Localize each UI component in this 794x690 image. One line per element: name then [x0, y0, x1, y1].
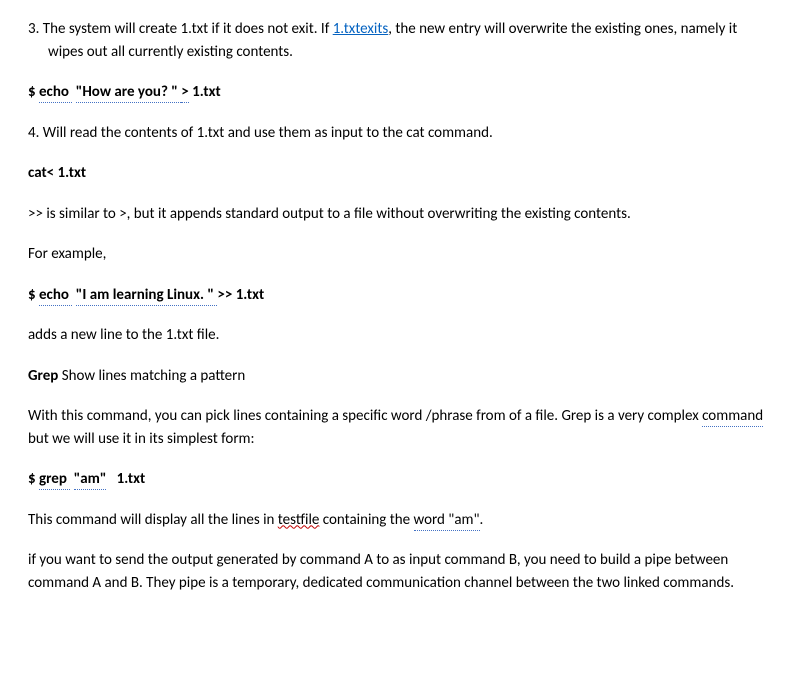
paragraph-append-desc: >> is similar to >, but it appends stand… — [28, 203, 766, 226]
text: cat< 1.txt — [28, 164, 86, 182]
cmd-echo: echo — [39, 83, 72, 103]
cmd-echo: echo — [39, 286, 72, 306]
word-am: word "am" — [414, 511, 480, 531]
grep-pattern: "am" — [74, 470, 107, 490]
paragraph-pipe-desc: if you want to send the output generated… — [28, 549, 766, 594]
text: With this command, you can pick lines co… — [28, 407, 702, 425]
redirect-op: > — [181, 83, 188, 103]
command-echo-append: $ echo "I am learning Linux. " >> 1.txt — [28, 284, 766, 307]
text: For example, — [28, 245, 106, 263]
echo-arg: "I am learning Linux. " — [76, 286, 218, 306]
text: 4. Will read the contents of 1.txt and u… — [28, 124, 493, 142]
cmd-grep: grep — [39, 470, 70, 490]
word-command: command — [702, 407, 763, 427]
heading-grep: Grep — [28, 367, 58, 385]
paragraph-grep-heading: Grep Show lines matching a pattern — [28, 365, 766, 388]
link-1txtexits[interactable]: 1.txtexits — [333, 20, 389, 38]
paragraph-4: 4. Will read the contents of 1.txt and u… — [28, 122, 766, 145]
prompt: $ — [28, 286, 39, 304]
paragraph-3: 3. The system will create 1.txt if it do… — [28, 18, 766, 63]
text: adds a new line to the 1.txt file. — [28, 326, 219, 344]
filename: 1.txt — [106, 470, 145, 488]
text: >> is similar to >, but it appends stand… — [28, 205, 631, 223]
word-testfile: testfile — [278, 511, 320, 529]
list-number: 3. — [28, 20, 43, 38]
command-grep: $ grep "am" 1.txt — [28, 468, 766, 491]
text: but we will use it in its simplest form: — [28, 430, 255, 448]
echo-arg: "How are you? " — [76, 83, 182, 103]
command-echo-redirect: $ echo "How are you? " > 1.txt — [28, 81, 766, 104]
prompt: $ — [28, 470, 39, 488]
text: if you want to send the output generated… — [28, 551, 734, 592]
paragraph-grep-result: This command will display all the lines … — [28, 509, 766, 532]
paragraph-adds-line: adds a new line to the 1.txt file. — [28, 324, 766, 347]
text: Show lines matching a pattern — [58, 367, 245, 385]
paragraph-example-lead: For example, — [28, 243, 766, 266]
command-cat-input: cat< 1.txt — [28, 162, 766, 185]
prompt: $ — [28, 83, 39, 101]
text: The system will create 1.txt if it does … — [43, 20, 333, 38]
text: containing the — [319, 511, 413, 529]
text: This command will display all the lines … — [28, 511, 278, 529]
paragraph-grep-desc: With this command, you can pick lines co… — [28, 405, 766, 450]
append-op: >> 1.txt — [217, 286, 264, 304]
text: . — [480, 511, 484, 529]
filename: 1.txt — [189, 83, 221, 101]
